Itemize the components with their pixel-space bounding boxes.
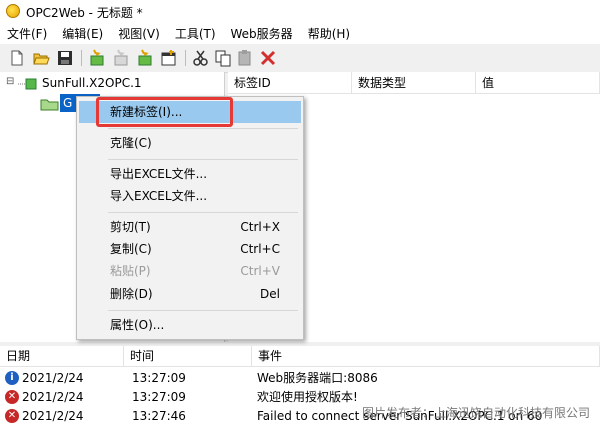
menu-file[interactable]: 文件(F) [0,24,55,44]
menu-web-server[interactable]: Web服务器 [224,24,301,44]
log-row[interactable]: i 2021/2/24 13:27:09 Web服务器端口:8086 [0,368,600,388]
menu-item-shortcut: Ctrl+C [240,242,280,256]
log-header-time[interactable]: 时间 [124,346,252,367]
log-date: 2021/2/24 [22,390,84,404]
log-header-date[interactable]: 日期 [0,346,124,367]
tree-root-label[interactable]: SunFull.X2OPC.1 [42,76,142,90]
menu-item-properties[interactable]: 属性(O)... [79,314,301,336]
menu-item-label: 克隆(C) [110,136,152,150]
menu-item-shortcut: Del [260,287,280,301]
new-tag-icon[interactable] [136,49,154,67]
menu-item-import-excel[interactable]: 导入EXCEL文件... [79,185,301,207]
tree-expander-icon[interactable]: ⊟ [6,76,14,87]
log-event: 欢迎使用授权版本! [257,390,358,404]
menu-item-label: 删除(D) [110,287,153,301]
menu-item-label: 复制(C) [110,242,152,256]
column-header-tag-id[interactable]: 标签ID [228,72,352,94]
paste-icon[interactable] [236,49,254,67]
log-header-event[interactable]: 事件 [252,346,600,367]
toolbar-separator [185,50,186,66]
column-header-value[interactable]: 值 [476,72,600,94]
toolbar [0,44,600,73]
log-event: Web服务器端口:8086 [257,371,378,385]
error-icon: ✕ [5,390,19,404]
highlight-annotation [96,97,233,127]
cut-icon[interactable] [192,49,210,67]
new-file-icon[interactable] [8,49,26,67]
menu-item-shortcut: Ctrl+X [240,220,280,234]
title-bar: OPC2Web - 无标题 * [0,0,600,24]
log-time: 13:27:46 [132,409,186,423]
menu-item-copy[interactable]: 复制(C) Ctrl+C [79,238,301,260]
menu-separator [108,310,298,311]
menu-separator [108,212,298,213]
window-title: OPC2Web - 无标题 * [26,6,143,20]
copy-icon[interactable] [214,49,232,67]
column-header-data-type[interactable]: 数据类型 [352,72,476,94]
new-item-icon[interactable] [112,49,130,67]
folder-icon [40,99,59,111]
menu-item-label: 属性(O)... [110,318,165,332]
info-icon: i [5,371,19,385]
log-time: 13:27:09 [132,371,186,385]
log-time: 13:27:09 [132,390,186,404]
properties-icon[interactable] [160,49,178,67]
save-icon[interactable] [56,49,74,67]
delete-icon[interactable] [259,49,277,67]
app-icon [6,4,20,18]
watermark: 图片发布者：上海迅饶自动化科技有限公司 [361,406,590,420]
menu-item-paste: 粘贴(P) Ctrl+V [79,260,301,282]
menu-edit[interactable]: 编辑(E) [55,24,111,44]
new-group-icon[interactable] [88,49,106,67]
menu-separator [108,128,298,129]
menu-view[interactable]: 视图(V) [111,24,168,44]
menu-help[interactable]: 帮助(H) [301,24,358,44]
menu-item-label: 剪切(T) [110,220,151,234]
menu-item-shortcut: Ctrl+V [240,264,280,278]
menu-item-cut[interactable]: 剪切(T) Ctrl+X [79,216,301,238]
menu-separator [108,159,298,160]
menu-item-clone[interactable]: 克隆(C) [79,132,301,154]
menu-item-export-excel[interactable]: 导出EXCEL文件... [79,163,301,185]
log-date: 2021/2/24 [22,371,84,385]
menu-item-label: 导出EXCEL文件... [110,167,208,181]
toolbar-separator [81,50,82,66]
menu-bar: 文件(F) 编辑(E) 视图(V) 工具(T) Web服务器 帮助(H) [0,24,600,44]
error-icon: ✕ [5,409,19,423]
open-folder-icon[interactable] [32,49,50,67]
menu-item-delete[interactable]: 删除(D) Del [79,283,301,305]
server-icon [18,78,37,90]
context-menu: 新建标签(I)... 克隆(C) 导出EXCEL文件... 导入EXCEL文件.… [76,96,304,340]
log-date: 2021/2/24 [22,409,84,423]
menu-item-label: 粘贴(P) [110,264,151,278]
menu-item-label: 导入EXCEL文件... [110,189,208,203]
menu-tools[interactable]: 工具(T) [168,24,224,44]
